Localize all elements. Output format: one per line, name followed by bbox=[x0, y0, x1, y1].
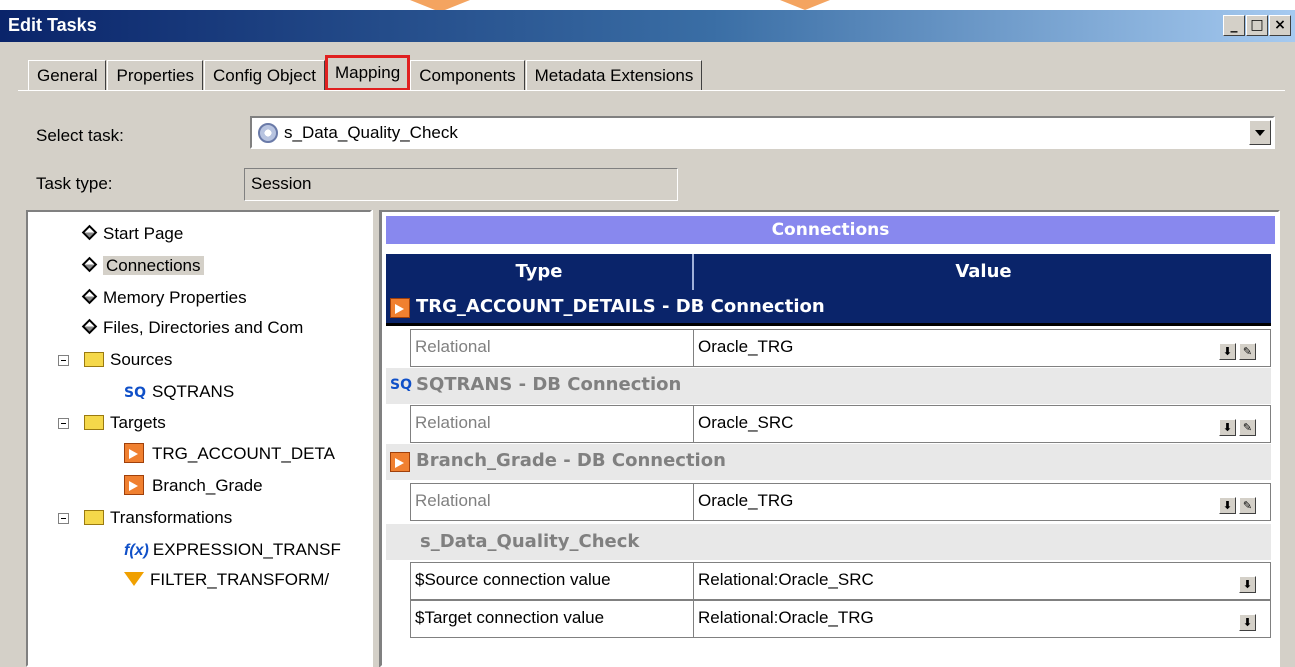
value-cell[interactable]: Oracle_TRG ⬇ ✎ bbox=[694, 329, 1271, 367]
folder-icon bbox=[84, 352, 104, 367]
decoration-right bbox=[780, 0, 830, 10]
grid-header: Type Value bbox=[386, 254, 1271, 290]
type-cell: Relational bbox=[410, 329, 694, 367]
edit-tasks-dialog: Edit Tasks _ □ × General Properties Conf… bbox=[0, 10, 1295, 667]
window-controls: _ □ × bbox=[1222, 15, 1291, 36]
maximize-button[interactable]: □ bbox=[1246, 15, 1268, 36]
tree-item-trg-account[interactable]: TRG_ACCOUNT_DETA bbox=[124, 440, 335, 468]
tree-item-targets[interactable]: Targets bbox=[84, 409, 166, 437]
select-task-dropdown[interactable]: s_Data_Quality_Check bbox=[250, 116, 1275, 149]
task-type-field: Session bbox=[244, 168, 678, 201]
tree-item-memory-properties[interactable]: Memory Properties bbox=[81, 284, 247, 312]
table-row[interactable]: $Source connection value Relational:Orac… bbox=[386, 562, 1271, 600]
tree-item-sqtrans[interactable]: SQ SQTRANS bbox=[124, 378, 234, 406]
node-icon bbox=[81, 288, 98, 305]
connections-header: Connections bbox=[386, 216, 1275, 244]
tab-strip: General Properties Config Object Mapping… bbox=[28, 55, 703, 91]
table-row[interactable]: Relational Oracle_TRG ⬇ ✎ bbox=[386, 483, 1271, 521]
tree-item-sources[interactable]: Sources bbox=[84, 346, 172, 374]
tree-item-connections[interactable]: Connections bbox=[81, 252, 204, 280]
value-cell[interactable]: Oracle_SRC ⬇ ✎ bbox=[694, 405, 1271, 443]
panel-splitter[interactable] bbox=[372, 210, 380, 667]
node-icon bbox=[81, 256, 98, 273]
node-icon bbox=[81, 224, 98, 241]
edit-icon[interactable]: ✎ bbox=[1239, 497, 1256, 514]
select-task-value: s_Data_Quality_Check bbox=[284, 123, 458, 142]
value-cell[interactable]: Relational:Oracle_SRC ⬇ bbox=[694, 562, 1271, 600]
title-bar: Edit Tasks _ □ × bbox=[0, 10, 1295, 42]
source-qualifier-icon: SQ bbox=[390, 377, 412, 393]
node-icon bbox=[81, 318, 98, 335]
edit-icon[interactable]: ✎ bbox=[1239, 419, 1256, 436]
chevron-down-icon[interactable] bbox=[1249, 120, 1271, 145]
table-row[interactable]: Relational Oracle_TRG ⬇ ✎ bbox=[386, 329, 1271, 367]
navigation-tree: Start Page Connections Memory Properties… bbox=[26, 210, 372, 667]
session-icon bbox=[258, 123, 278, 143]
tab-general[interactable]: General bbox=[28, 60, 107, 90]
collapse-transformations-icon[interactable] bbox=[58, 513, 69, 524]
type-cell: $Source connection value bbox=[410, 562, 694, 600]
filter-icon bbox=[124, 572, 144, 586]
arrow-down-icon[interactable]: ⬇ bbox=[1219, 497, 1236, 514]
collapse-sources-icon[interactable] bbox=[58, 355, 69, 366]
folder-icon bbox=[84, 510, 104, 525]
tab-divider bbox=[18, 90, 1285, 91]
expression-icon: f(x) bbox=[124, 542, 149, 559]
type-cell: Relational bbox=[410, 483, 694, 521]
column-value: Value bbox=[955, 261, 1012, 282]
type-cell: Relational bbox=[410, 405, 694, 443]
close-button[interactable]: × bbox=[1269, 15, 1291, 36]
tab-components[interactable]: Components bbox=[410, 60, 525, 90]
edit-icon[interactable]: ✎ bbox=[1239, 343, 1256, 360]
tab-mapping[interactable]: Mapping bbox=[324, 55, 411, 91]
group-sqtrans[interactable]: SQ SQTRANS - DB Connection bbox=[386, 368, 1271, 404]
type-cell: $Target connection value bbox=[410, 600, 694, 638]
tree-item-filter[interactable]: FILTER_TRANSFORM/ bbox=[124, 566, 329, 594]
select-task-label: Select task: bbox=[36, 126, 124, 145]
tree-item-branch-grade[interactable]: Branch_Grade bbox=[124, 472, 263, 500]
tree-item-expression[interactable]: f(x) EXPRESSION_TRANSF bbox=[124, 536, 341, 564]
task-type-label: Task type: bbox=[36, 174, 113, 193]
target-icon bbox=[124, 475, 144, 495]
table-row[interactable]: $Target connection value Relational:Orac… bbox=[386, 600, 1271, 638]
arrow-down-icon[interactable]: ⬇ bbox=[1239, 576, 1256, 593]
minimize-button[interactable]: _ bbox=[1223, 15, 1245, 36]
arrow-down-icon[interactable]: ⬇ bbox=[1219, 419, 1236, 436]
table-row[interactable]: Relational Oracle_SRC ⬇ ✎ bbox=[386, 405, 1271, 443]
tab-properties[interactable]: Properties bbox=[107, 60, 203, 90]
collapse-targets-icon[interactable] bbox=[58, 418, 69, 429]
tab-metadata-extensions[interactable]: Metadata Extensions bbox=[525, 60, 703, 90]
window-title: Edit Tasks bbox=[8, 15, 97, 35]
connections-panel: Connections Type Value TRG_ACCOUNT_DETAI… bbox=[380, 210, 1280, 667]
arrow-down-icon[interactable]: ⬇ bbox=[1219, 343, 1236, 360]
session-group: s_Data_Quality_Check bbox=[386, 524, 1271, 560]
value-cell[interactable]: Oracle_TRG ⬇ ✎ bbox=[694, 483, 1271, 521]
tree-item-files[interactable]: Files, Directories and Com bbox=[81, 314, 303, 342]
target-icon bbox=[390, 452, 410, 472]
tab-config-object[interactable]: Config Object bbox=[203, 60, 325, 90]
target-icon bbox=[124, 443, 144, 463]
value-cell[interactable]: Relational:Oracle_TRG ⬇ bbox=[694, 600, 1271, 638]
tree-item-transformations[interactable]: Transformations bbox=[84, 504, 232, 532]
tree-item-start-page[interactable]: Start Page bbox=[81, 220, 183, 248]
folder-icon bbox=[84, 415, 104, 430]
column-type: Type bbox=[386, 254, 694, 290]
target-icon bbox=[390, 298, 410, 318]
arrow-down-icon[interactable]: ⬇ bbox=[1239, 614, 1256, 631]
source-qualifier-icon: SQ bbox=[124, 385, 146, 401]
group-branch-grade[interactable]: Branch_Grade - DB Connection bbox=[386, 444, 1271, 480]
group-trg-account[interactable]: TRG_ACCOUNT_DETAILS - DB Connection bbox=[386, 290, 1271, 326]
